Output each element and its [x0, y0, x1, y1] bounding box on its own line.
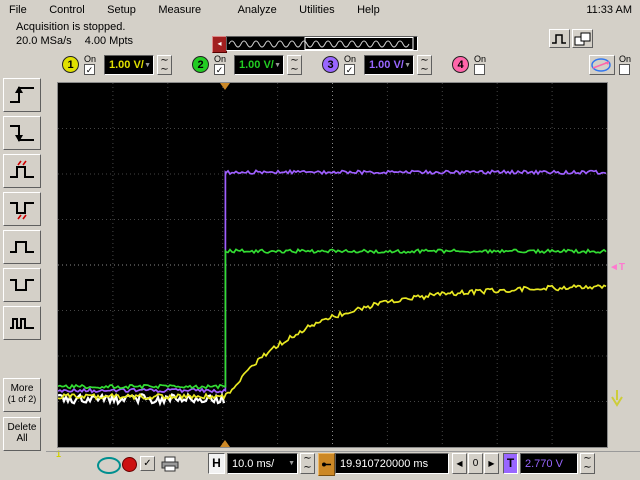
waveform-traces — [58, 168, 607, 407]
channel-3-fine-adjust[interactable]: ∼ ∼ — [417, 55, 432, 75]
channel-2-fine-adjust[interactable]: ∼ ∼ — [287, 55, 302, 75]
trigger-rising-edge-button[interactable] — [3, 78, 41, 112]
channel-3-on-label: On — [344, 54, 357, 64]
menu-analyze[interactable]: Analyze — [229, 1, 286, 19]
falling-edge-icon — [10, 125, 34, 142]
time-reference-icon — [322, 462, 331, 467]
channel-4-on-checkbox[interactable] — [474, 64, 485, 75]
memory-bar[interactable] — [226, 36, 418, 51]
menu-control[interactable]: Control — [40, 1, 93, 19]
pulse-burst-icon — [10, 318, 34, 329]
trigger-badge[interactable]: T — [503, 453, 518, 474]
delay-readout[interactable]: 19.910720000 ms — [335, 453, 449, 474]
pan-left-button[interactable]: ◀ — [452, 453, 467, 474]
memory-bar-left-button[interactable]: ◂ — [212, 36, 227, 53]
tile-windows-button[interactable] — [572, 29, 593, 48]
quick-display-button[interactable] — [589, 55, 615, 75]
single-button[interactable]: ✓ — [140, 456, 155, 471]
time-reference-button[interactable] — [318, 453, 335, 476]
pulse-negative-icon — [10, 279, 34, 291]
stop-button[interactable] — [122, 457, 137, 472]
menu-utilities[interactable]: Utilities — [290, 1, 343, 19]
channel-2-on-checkbox[interactable]: ✓ — [214, 64, 225, 75]
trigger-pulse-positive-button[interactable] — [3, 230, 41, 264]
run-button[interactable] — [97, 457, 121, 474]
channel-1-on-checkbox[interactable]: ✓ — [84, 64, 95, 75]
pan-right-button[interactable]: ▶ — [484, 453, 499, 474]
printer-icon — [161, 456, 179, 472]
menu-setup[interactable]: Setup — [98, 1, 145, 19]
trigger-level-marker[interactable]: ◄T — [609, 262, 625, 273]
channel-2-on-label: On — [214, 54, 227, 64]
chevron-down-icon: ▼ — [288, 460, 295, 467]
menu-help[interactable]: Help — [348, 1, 389, 19]
channel-3-on-checkbox[interactable]: ✓ — [344, 64, 355, 75]
oscilloscope-app: File Control Setup Measure Analyze Utili… — [0, 0, 640, 480]
tile-windows-icon — [574, 32, 591, 45]
scope-eye-icon — [591, 58, 611, 72]
aux-on-label: On — [619, 54, 632, 64]
sample-rate: 20.0 MSa/s — [16, 35, 72, 47]
chevron-down-icon: ▼ — [404, 61, 411, 69]
channel-2-scale-dropdown[interactable]: 1.00 V/▼ — [234, 55, 284, 75]
glitch-negative-icon — [10, 202, 34, 220]
channel-3-scale-dropdown[interactable]: 1.00 V/▼ — [364, 55, 414, 75]
channel-2-badge[interactable]: 2 — [192, 56, 209, 73]
channel-3-badge[interactable]: 3 — [322, 56, 339, 73]
trigger-falling-edge-button[interactable] — [3, 116, 41, 150]
rising-edge-icon — [10, 86, 34, 103]
trigger-pulse-burst-button[interactable] — [3, 306, 41, 340]
channel-4-badge[interactable]: 4 — [452, 56, 469, 73]
memory-bar-waveform-icon — [228, 37, 414, 50]
channel-4-on-label: On — [474, 54, 487, 64]
chevron-down-icon: ▼ — [274, 61, 281, 69]
pulse-positive-icon — [10, 241, 34, 253]
waveform-display — [57, 82, 608, 448]
acquisition-details: 20.0 MSa/s 4.00 Mpts — [16, 35, 133, 47]
chevron-down-icon: ▼ — [144, 61, 151, 69]
clock: 11:33 AM — [586, 4, 632, 16]
trigger-glitch-positive-button[interactable] — [3, 154, 41, 188]
horizontal-badge[interactable]: H — [208, 453, 225, 474]
memory-depth: 4.00 Mpts — [84, 35, 134, 47]
channel-1-fine-adjust[interactable]: ∼ ∼ — [157, 55, 172, 75]
left-arrow-icon: ◀ — [456, 459, 463, 468]
print-button[interactable] — [160, 456, 180, 472]
timebase-dropdown[interactable]: 10.0 ms/▼ — [227, 453, 298, 474]
trigger-pulse-negative-button[interactable] — [3, 268, 41, 302]
trigger-time-marker-bottom[interactable] — [220, 440, 230, 447]
channel-1-on-label: On — [84, 54, 97, 64]
trigger-level-fine-adjust[interactable]: ∼ ∼ — [580, 453, 595, 474]
glitch-positive-icon — [10, 160, 34, 178]
channel-offscreen-arrow-icon[interactable] — [609, 388, 625, 410]
delete-all-button[interactable]: Delete All — [3, 417, 41, 451]
channel-1-badge[interactable]: 1 — [62, 56, 79, 73]
position-zero-button[interactable]: 0 — [468, 453, 483, 474]
timebase-fine-adjust[interactable]: ∼ ∼ — [300, 453, 315, 474]
menu-file[interactable]: File — [0, 1, 36, 19]
menu-measure[interactable]: Measure — [149, 1, 210, 19]
menu-bar: File Control Setup Measure Analyze Utili… — [0, 0, 640, 20]
more-button[interactable]: More (1 of 2) — [3, 378, 41, 412]
right-arrow-icon: ▶ — [488, 459, 495, 468]
acquisition-status: Acquisition is stopped. — [16, 21, 126, 33]
pulse-display-button[interactable] — [549, 29, 570, 48]
trigger-glitch-negative-button[interactable] — [3, 192, 41, 226]
trigger-level-readout[interactable]: 2.770 V — [520, 453, 578, 474]
channel-1-scale-dropdown[interactable]: 1.00 V/▼ — [104, 55, 154, 75]
trigger-time-marker-top[interactable] — [220, 83, 230, 90]
aux-on-checkbox[interactable] — [619, 64, 630, 75]
pulse-icon — [552, 33, 566, 44]
